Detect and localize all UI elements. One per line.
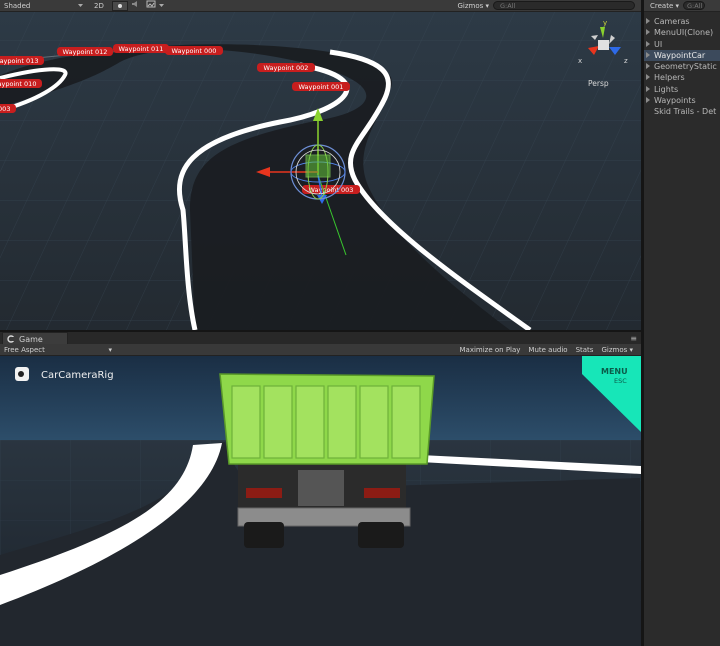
waypoint-label[interactable]: Waypoint 010	[0, 79, 42, 88]
hierarchy-item-menuui[interactable]: MenuUI(Clone)	[644, 27, 720, 38]
waypoint-label[interactable]: Waypoint 003	[0, 104, 16, 113]
game-tabbar: Game ≡	[0, 330, 641, 345]
shading-mode-dropdown[interactable]: Shaded	[0, 0, 78, 12]
2d-toggle[interactable]: 2D	[90, 0, 108, 12]
sun-icon	[117, 4, 122, 8]
hierarchy-list: Cameras MenuUI(Clone) UI WaypointCar Geo…	[644, 12, 720, 118]
scene-toolbar: Shaded 2D Gizmos ▾ G:All	[0, 0, 641, 12]
waypoint-label[interactable]: Waypoint 011	[113, 44, 169, 53]
image-icon	[146, 0, 156, 7]
svg-text:CarCameraRig: CarCameraRig	[41, 370, 114, 381]
hierarchy-search-input[interactable]: G:All	[683, 1, 706, 10]
chevron-down-icon: ▾	[108, 345, 112, 354]
svg-text:Waypoint 002: Waypoint 002	[264, 64, 309, 72]
svg-text:Waypoint 003: Waypoint 003	[0, 105, 10, 113]
svg-text:ESC: ESC	[614, 377, 627, 385]
stats-toggle[interactable]: Stats	[572, 344, 598, 356]
hierarchy-item-geometrystatic[interactable]: GeometryStatic	[644, 61, 720, 72]
expand-arrow-icon[interactable]	[646, 51, 650, 58]
game-gizmos-dropdown[interactable]: Gizmos ▾	[597, 344, 637, 356]
unity-editor: Shaded 2D Gizmos ▾ G:All aypoint 013 Way…	[0, 0, 720, 646]
waypoint-label[interactable]: Waypoint 002	[257, 63, 315, 72]
hierarchy-item-skid-trails[interactable]: Skid Trails - Det	[644, 106, 720, 117]
hierarchy-item-cameras[interactable]: Cameras	[644, 16, 720, 27]
truck	[219, 373, 435, 548]
expand-arrow-icon[interactable]	[646, 18, 650, 24]
waypoint-label[interactable]: Waypoint 001	[292, 82, 350, 91]
gizmos-dropdown[interactable]: Gizmos ▾	[453, 0, 493, 12]
scene-canvas[interactable]: Waypoint 013 Waypoint 012 Waypoint 011 W…	[0, 12, 641, 330]
scene-view: Shaded 2D Gizmos ▾ G:All aypoint 013 Way…	[0, 0, 641, 330]
mute-audio-toggle[interactable]: Mute audio	[524, 344, 571, 356]
svg-text:z: z	[624, 57, 628, 65]
svg-text:MENU: MENU	[601, 367, 628, 376]
hierarchy-item-helpers[interactable]: Helpers	[644, 72, 720, 83]
persp-label[interactable]: Persp	[588, 79, 609, 88]
scene-search-input[interactable]: G:All	[493, 1, 635, 10]
expand-arrow-icon[interactable]	[646, 63, 650, 70]
svg-text:Waypoint 013: Waypoint 013	[0, 57, 38, 65]
svg-text:x: x	[578, 57, 582, 65]
expand-arrow-icon[interactable]	[646, 97, 650, 104]
audio-toggle[interactable]	[128, 0, 143, 12]
hierarchy-panel: Create ▾ G:All Cameras MenuUI(Clone) UI …	[641, 0, 720, 646]
lighting-toggle[interactable]	[111, 1, 128, 11]
maximize-on-play-toggle[interactable]: Maximize on Play	[455, 344, 524, 356]
game-canvas[interactable]: CarCameraRig MENU ESC	[0, 356, 641, 646]
aspect-dropdown[interactable]: Free Aspect ▾	[0, 344, 116, 356]
speaker-icon	[131, 0, 137, 7]
svg-text:Waypoint 012: Waypoint 012	[63, 48, 108, 56]
expand-arrow-icon[interactable]	[646, 40, 650, 47]
expand-arrow-icon[interactable]	[646, 74, 650, 81]
waypoint-label[interactable]: Waypoint 000	[165, 46, 223, 55]
expand-arrow-icon[interactable]	[646, 29, 650, 36]
hierarchy-toolbar: Create ▾ G:All	[644, 0, 720, 12]
chevron-down-icon	[158, 0, 164, 12]
waypoint-label[interactable]: Waypoint 013	[0, 56, 44, 65]
waypoint-label[interactable]: Waypoint 012	[57, 47, 113, 56]
game-toolbar: Free Aspect ▾ Maximize on Play Mute audio…	[0, 344, 641, 356]
svg-text:Waypoint 000: Waypoint 000	[172, 47, 217, 55]
svg-text:Waypoint 010: Waypoint 010	[0, 80, 36, 88]
hierarchy-item-ui[interactable]: UI	[644, 39, 720, 50]
hierarchy-item-waypoints[interactable]: Waypoints	[644, 95, 720, 106]
hierarchy-item-waypointcar[interactable]: WaypointCar	[644, 49, 720, 62]
chevron-down-icon	[78, 0, 84, 12]
expand-arrow-icon[interactable]	[646, 85, 650, 92]
svg-text:y: y	[603, 19, 607, 27]
svg-text:Waypoint 011: Waypoint 011	[119, 45, 164, 53]
game-controller-icon	[7, 335, 15, 343]
effects-toggle[interactable]	[143, 0, 159, 12]
panel-menu-icon[interactable]: ≡	[630, 334, 637, 343]
create-dropdown[interactable]: Create ▾	[650, 2, 679, 10]
hierarchy-item-lights[interactable]: Lights	[644, 84, 720, 95]
svg-text:Waypoint 001: Waypoint 001	[299, 83, 344, 91]
